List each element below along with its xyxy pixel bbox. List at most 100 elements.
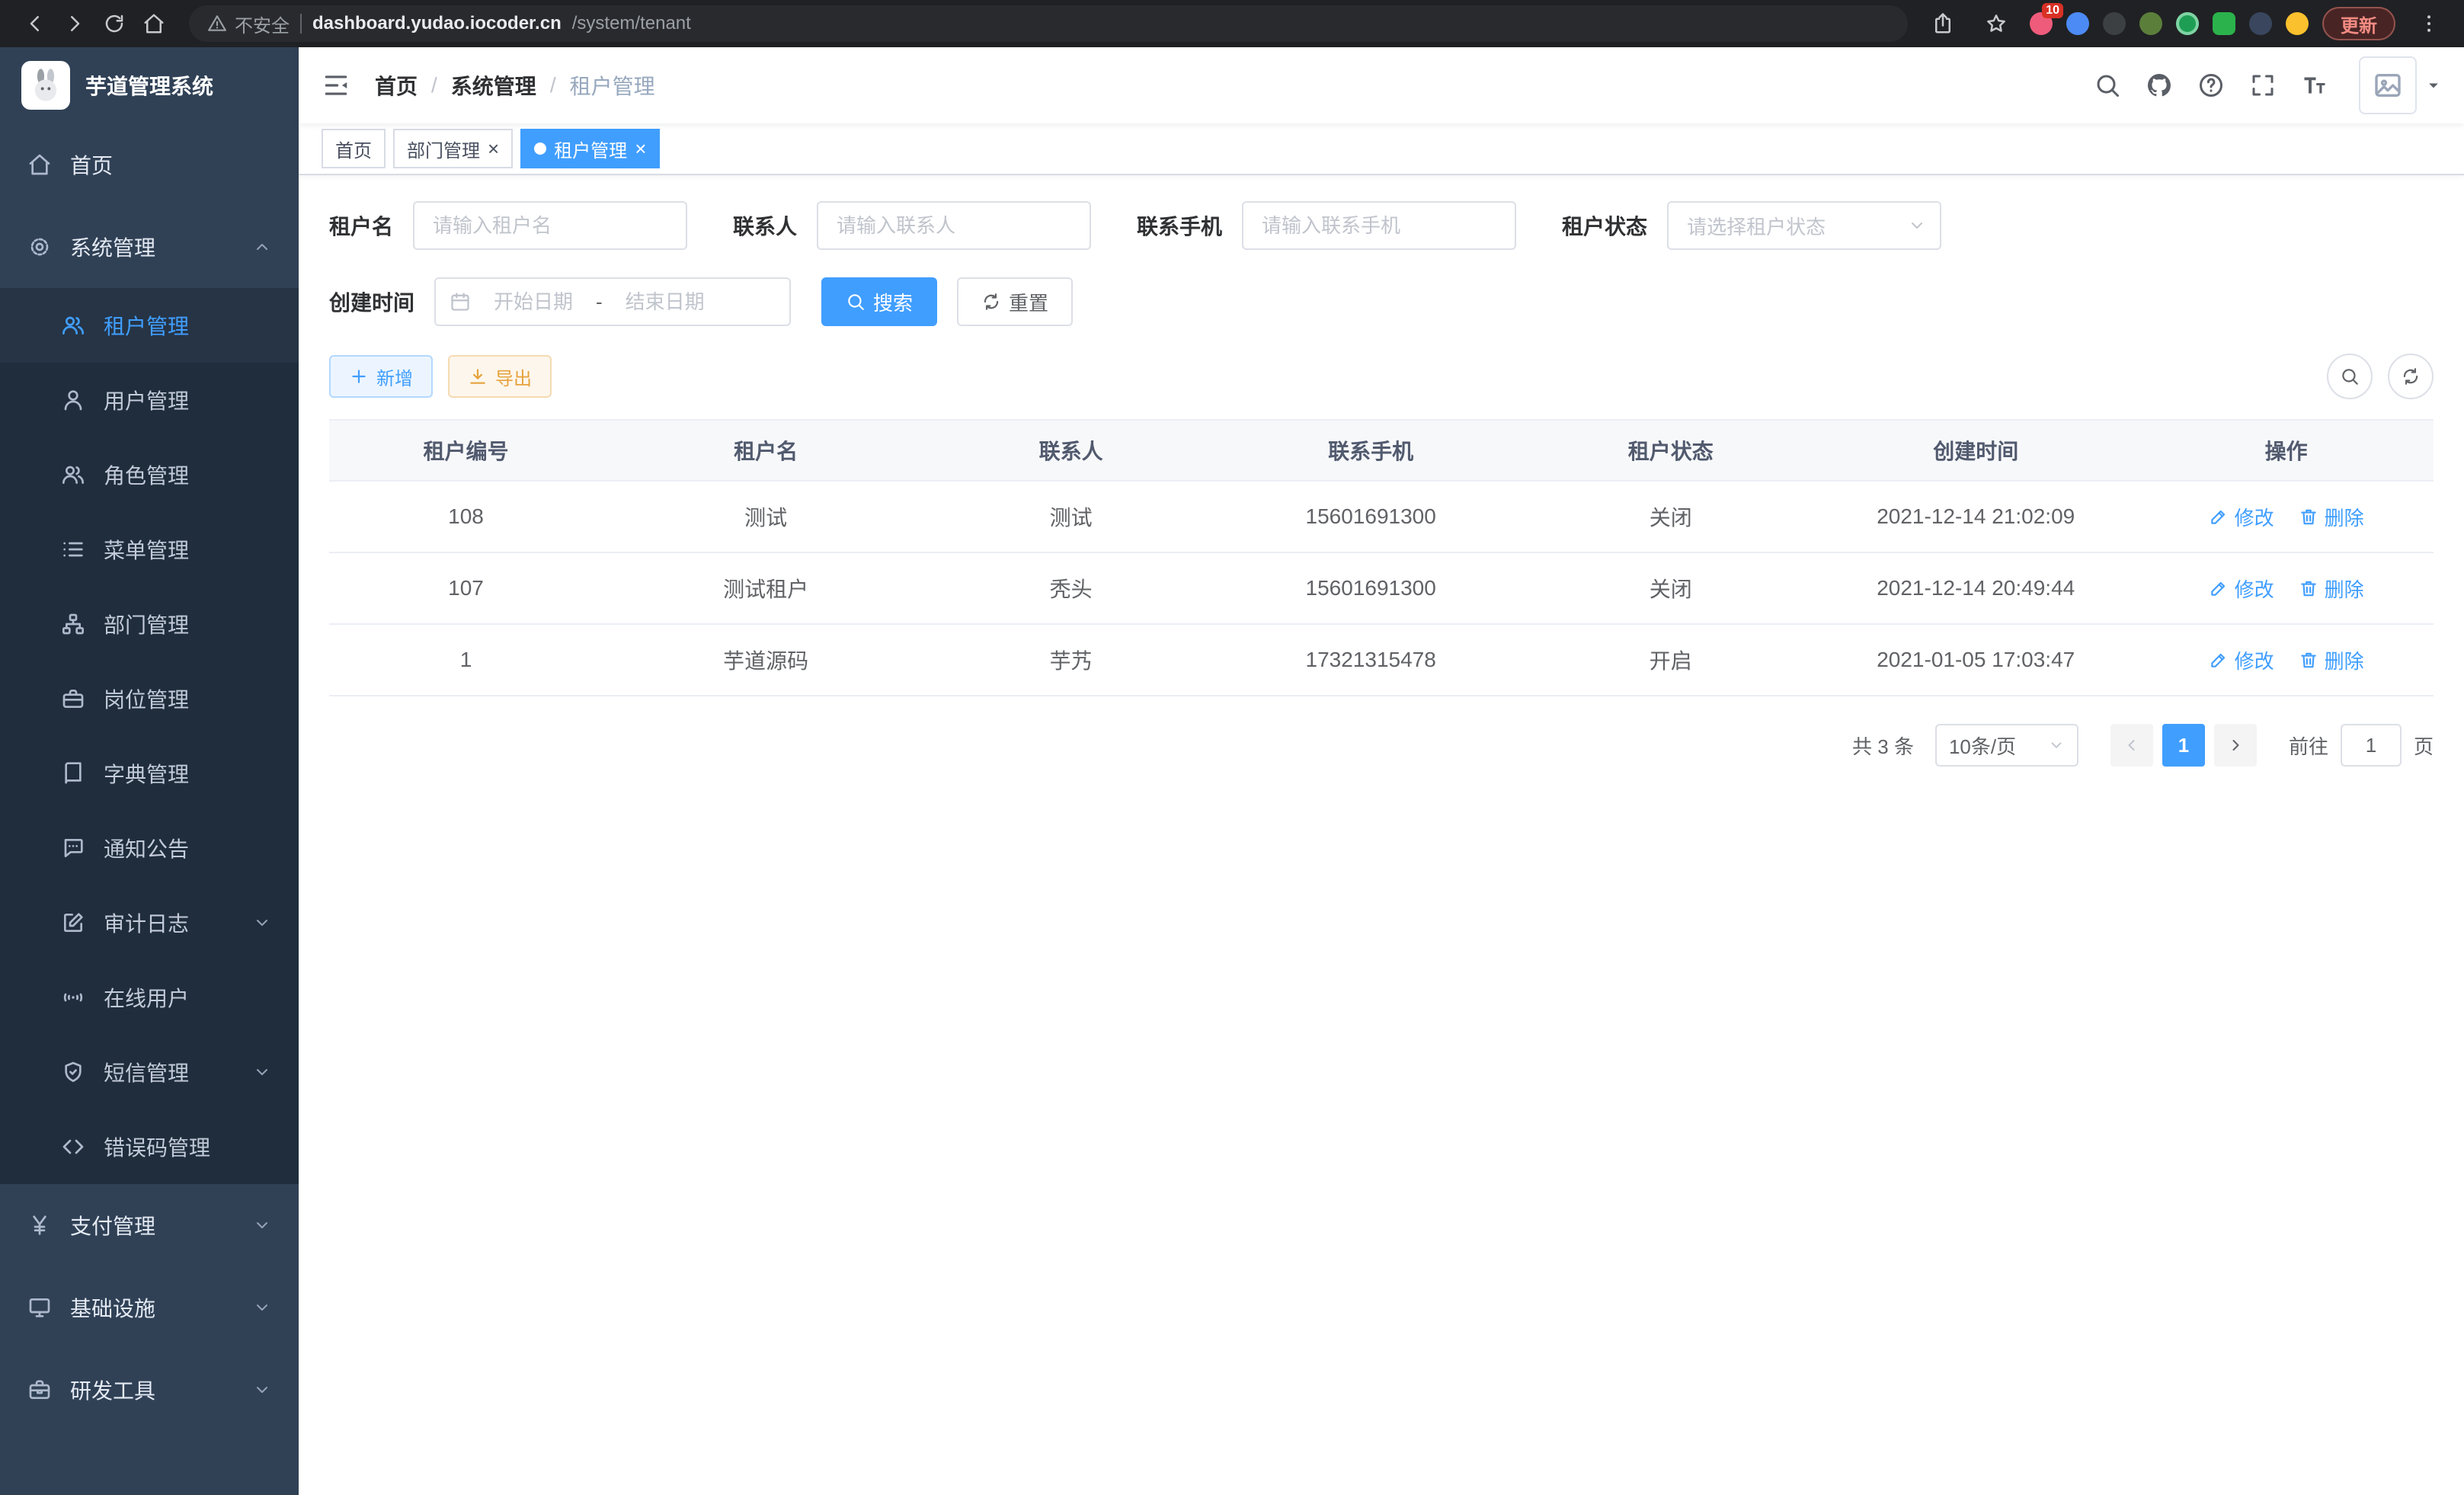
tag-label: 首页 xyxy=(335,136,372,162)
extension-icon[interactable] xyxy=(2249,12,2272,35)
help-icon[interactable] xyxy=(2197,72,2225,99)
sidebar-item-post[interactable]: 岗位管理 xyxy=(0,661,299,736)
breadcrumb-system[interactable]: 系统管理 xyxy=(451,70,536,101)
collapse-sidebar-icon[interactable] xyxy=(322,71,350,100)
user-menu[interactable] xyxy=(2359,56,2441,114)
sidebar-item-system[interactable]: 系统管理 xyxy=(0,206,299,288)
delete-link[interactable]: 删除 xyxy=(2299,646,2364,674)
table-row: 1 芋道源码 芋艿 17321315478 开启 2021-01-05 17:0… xyxy=(329,624,2434,696)
mobile-input[interactable] xyxy=(1242,201,1516,250)
chevron-down-icon xyxy=(253,1381,271,1399)
close-icon[interactable]: × xyxy=(488,139,499,158)
tenant-status-select[interactable]: 请选择租户状态 xyxy=(1667,201,1941,250)
menu-label: 部门管理 xyxy=(104,609,189,639)
sidebar-item-dict[interactable]: 字典管理 xyxy=(0,736,299,811)
extension-icon[interactable] xyxy=(2103,12,2126,35)
sidebar-item-payment[interactable]: 支付管理 xyxy=(0,1184,299,1266)
cell-status: 开启 xyxy=(1528,624,1813,696)
extension-icon[interactable] xyxy=(2176,12,2199,35)
sidebar-item-dept[interactable]: 部门管理 xyxy=(0,587,299,661)
sidebar-item-notice[interactable]: 通知公告 xyxy=(0,811,299,885)
sidebar-item-role[interactable]: 角色管理 xyxy=(0,437,299,512)
security-indicator[interactable]: 不安全 xyxy=(207,11,290,37)
end-date-input[interactable] xyxy=(609,290,722,314)
fullscreen-icon[interactable] xyxy=(2249,72,2277,99)
extension-icon[interactable] xyxy=(2066,12,2089,35)
font-size-icon[interactable] xyxy=(2301,72,2328,99)
edit-link[interactable]: 修改 xyxy=(2209,646,2274,674)
mobile-label: 联系手机 xyxy=(1137,210,1222,241)
add-button[interactable]: 新增 xyxy=(329,355,433,398)
sidebar-item-menu[interactable]: 菜单管理 xyxy=(0,512,299,587)
next-page-button[interactable] xyxy=(2214,724,2257,767)
extension-1[interactable]: 10 xyxy=(2030,12,2053,35)
page-unit-label: 页 xyxy=(2414,731,2434,760)
github-icon[interactable] xyxy=(2146,72,2173,99)
browser-home-button[interactable] xyxy=(134,4,174,43)
export-button[interactable]: 导出 xyxy=(448,355,552,398)
chevron-right-icon xyxy=(2226,736,2245,754)
extension-icon[interactable] xyxy=(2213,12,2235,35)
browser-reload-button[interactable] xyxy=(94,4,134,43)
sidebar-item-tenant[interactable]: 租户管理 xyxy=(0,288,299,363)
goto-label: 前往 xyxy=(2289,731,2328,760)
header-search-icon[interactable] xyxy=(2094,72,2121,99)
menu-label: 支付管理 xyxy=(70,1210,155,1240)
breadcrumb: 首页 / 系统管理 / 租户管理 xyxy=(375,70,655,101)
page-1-button[interactable]: 1 xyxy=(2162,724,2205,767)
breadcrumb-current: 租户管理 xyxy=(570,70,655,101)
sidebar-item-online-user[interactable]: 在线用户 xyxy=(0,960,299,1035)
reset-button[interactable]: 重置 xyxy=(957,277,1073,326)
edit-link[interactable]: 修改 xyxy=(2209,575,2274,603)
toolbox-icon xyxy=(27,1378,52,1402)
search-button[interactable]: 搜索 xyxy=(821,277,937,326)
share-button[interactable] xyxy=(1923,4,1963,43)
sidebar-item-audit-log[interactable]: 审计日志 xyxy=(0,885,299,960)
goto-page-input[interactable] xyxy=(2341,724,2402,767)
browser-update-button[interactable]: 更新 xyxy=(2322,7,2395,40)
chevron-down-icon xyxy=(2048,737,2065,754)
delete-link[interactable]: 删除 xyxy=(2299,503,2364,531)
tag-dept[interactable]: 部门管理 × xyxy=(393,129,513,168)
page-size-value: 10条/页 xyxy=(1949,731,2016,760)
extension-icon[interactable] xyxy=(2139,12,2162,35)
sidebar-item-infra[interactable]: 基础设施 xyxy=(0,1266,299,1349)
browser-back-button[interactable] xyxy=(15,4,55,43)
edit-link[interactable]: 修改 xyxy=(2209,503,2274,531)
menu-label: 用户管理 xyxy=(104,385,189,415)
extension-icon[interactable] xyxy=(2286,12,2309,35)
sidebar-item-error-code[interactable]: 错误码管理 xyxy=(0,1109,299,1184)
breadcrumb-home[interactable]: 首页 xyxy=(375,70,418,101)
address-bar[interactable]: 不安全 dashboard.yudao.iocoder.cn/system/te… xyxy=(189,5,1908,42)
sidebar-item-user[interactable]: 用户管理 xyxy=(0,363,299,437)
refresh-table-button[interactable] xyxy=(2388,354,2434,399)
browser-forward-button[interactable] xyxy=(55,4,94,43)
pagination: 共 3 条 10条/页 1 前往 页 xyxy=(329,724,2434,767)
bookmark-button[interactable] xyxy=(1976,4,2016,43)
cell-created: 2021-12-14 20:49:44 xyxy=(1813,552,2139,624)
sidebar-item-sms[interactable]: 短信管理 xyxy=(0,1035,299,1109)
col-tenant-name: 租户名 xyxy=(603,420,929,481)
prev-page-button[interactable] xyxy=(2110,724,2153,767)
close-icon[interactable]: × xyxy=(635,139,646,158)
browser-menu-button[interactable] xyxy=(2409,4,2449,43)
app-logo[interactable]: 芋道管理系统 xyxy=(0,47,299,123)
tag-home[interactable]: 首页 xyxy=(322,129,386,168)
toggle-search-button[interactable] xyxy=(2327,354,2373,399)
page-size-select[interactable]: 10条/页 xyxy=(1935,724,2078,767)
tenant-name-input[interactable] xyxy=(413,201,687,250)
security-label: 不安全 xyxy=(235,11,290,37)
create-time-range-picker[interactable]: - xyxy=(434,277,791,326)
cell-tenant-name: 芋道源码 xyxy=(603,624,929,696)
cell-status: 关闭 xyxy=(1528,552,1813,624)
tag-tenant[interactable]: 租户管理 × xyxy=(520,129,660,168)
contact-input[interactable] xyxy=(817,201,1091,250)
sidebar-item-devtools[interactable]: 研发工具 xyxy=(0,1349,299,1431)
screen: 不安全 dashboard.yudao.iocoder.cn/system/te… xyxy=(0,0,2464,1495)
chevron-down-icon xyxy=(253,1063,271,1081)
table-row: 107 测试租户 秃头 15601691300 关闭 2021-12-14 20… xyxy=(329,552,2434,624)
suitcase-icon xyxy=(61,687,85,711)
sidebar-item-home[interactable]: 首页 xyxy=(0,123,299,206)
start-date-input[interactable] xyxy=(477,290,590,314)
delete-link[interactable]: 删除 xyxy=(2299,575,2364,603)
